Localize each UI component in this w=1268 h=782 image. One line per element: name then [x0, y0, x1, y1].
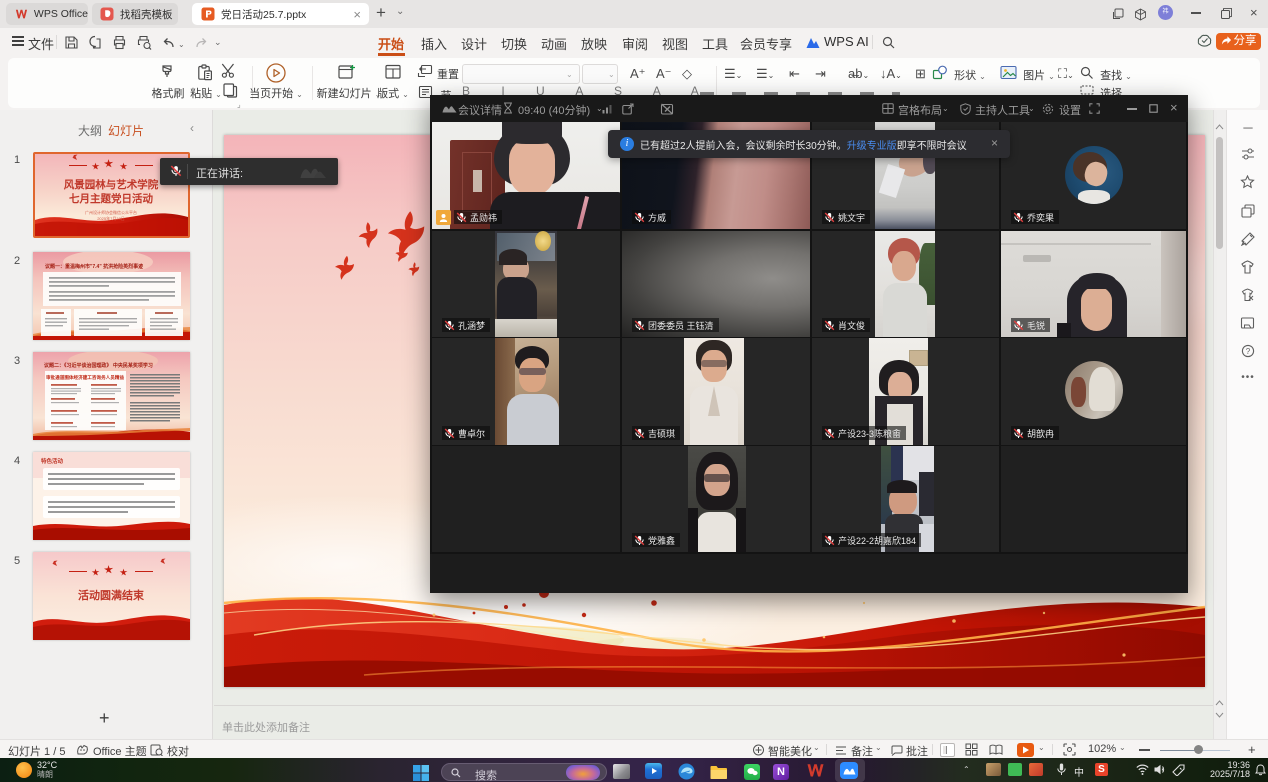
svg-text:审批通道图体经济建工咨询务人员精益: 审批通道图体经济建工咨询务人员精益: [46, 374, 125, 381]
svg-text:?: ?: [1246, 347, 1251, 356]
svg-text:特色活动: 特色活动: [41, 457, 64, 465]
svg-text:议题一：重温梅州市"7.4" 抗洪抢险英烈事迹: 议题一：重温梅州市"7.4" 抗洪抢险英烈事迹: [45, 263, 143, 270]
svg-text:风景园林与艺术学院: 风景园林与艺术学院: [64, 178, 159, 191]
svg-text:广州设计师协会微信公众平台: 广州设计师协会微信公众平台: [85, 209, 137, 215]
svg-text:议题二：《习近平谈治国理政》 中央民某奖项学习: 议题二：《习近平谈治国理政》 中央民某奖项学习: [44, 362, 153, 369]
svg-text:活动圆满结束: 活动圆满结束: [78, 588, 145, 602]
svg-text:七月主题党日活动: 七月主题党日活动: [69, 192, 153, 205]
svg-text:2025年7月18日: 2025年7月18日: [97, 215, 125, 221]
